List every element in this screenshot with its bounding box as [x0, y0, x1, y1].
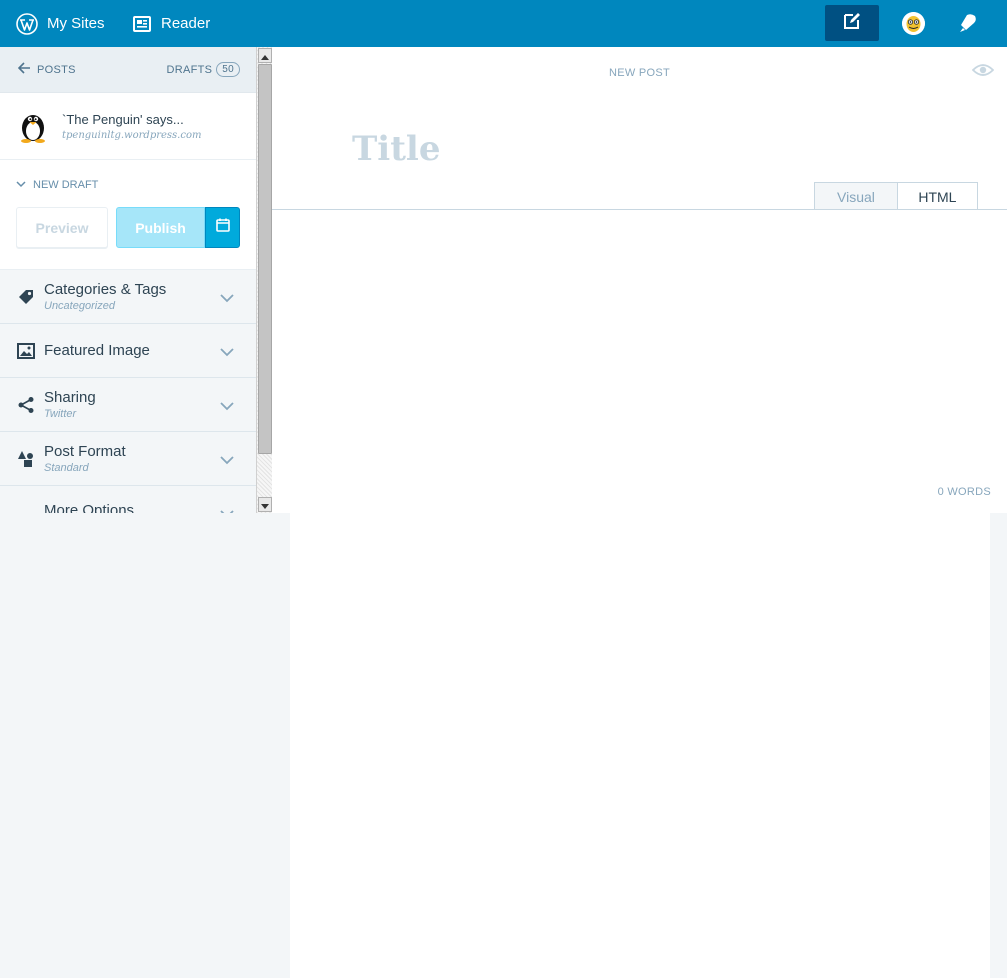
drafts-count-badge: 50 — [216, 62, 240, 77]
share-icon — [17, 396, 35, 414]
post-status-area: NEW DRAFT Preview Publish — [0, 160, 256, 270]
reader-label: Reader — [161, 15, 211, 32]
masterbar: My Sites Reader — [0, 0, 1007, 47]
penguin-avatar-icon[interactable] — [902, 12, 925, 35]
chevron-down-icon — [220, 290, 234, 308]
editor-divider — [272, 209, 1007, 210]
accordion-text: Sharing Twitter — [44, 389, 96, 420]
tab-visual[interactable]: Visual — [814, 182, 898, 210]
my-sites-label: My Sites — [47, 15, 105, 32]
scroll-up-button[interactable] — [258, 48, 272, 63]
accordion-post-format[interactable]: Post Format Standard — [0, 432, 256, 486]
site-card[interactable]: `The Penguin' says... tpenguinltg.wordpr… — [0, 93, 256, 160]
scrollbar-thumb[interactable] — [258, 64, 272, 454]
arrow-down-icon — [261, 496, 269, 514]
write-post-button[interactable] — [825, 5, 879, 41]
editor-label: NEW POST — [608, 67, 671, 79]
calendar-icon — [215, 218, 230, 237]
chevron-down-icon — [220, 452, 234, 470]
site-url: tpenguinltg.wordpress.com — [62, 129, 202, 141]
accordion-title: More Options — [44, 502, 135, 513]
pencil-square-icon — [842, 11, 862, 36]
more-options-icon-slot — [17, 502, 35, 513]
post-actions: Preview Publish — [16, 207, 240, 248]
tab-html[interactable]: HTML — [897, 182, 978, 210]
arrow-left-icon — [17, 62, 31, 77]
shapes-icon — [17, 450, 35, 468]
accordion-subtitle: Standard — [44, 462, 89, 474]
drafts-button[interactable]: DRAFTS 50 — [166, 62, 240, 77]
draft-status-label: NEW DRAFT — [33, 179, 99, 191]
penguin-site-icon — [18, 110, 48, 143]
accordion-title: Categories & Tags — [44, 281, 167, 298]
chevron-down-icon — [220, 344, 234, 362]
eye-icon[interactable] — [971, 63, 995, 82]
draft-status-toggle[interactable]: NEW DRAFT — [16, 179, 240, 191]
sidebar-scrollbar[interactable] — [256, 47, 272, 513]
scroll-down-button[interactable] — [258, 497, 272, 512]
arrow-up-icon — [261, 47, 269, 65]
notification-bell-icon[interactable] — [957, 12, 979, 34]
editor-lower-panel — [290, 513, 990, 978]
accordion-text: Post Format Standard — [44, 443, 126, 474]
preview-button[interactable]: Preview — [16, 207, 108, 248]
accordion-subtitle: Uncategorized — [44, 300, 115, 312]
editor-mode-tabs: Visual HTML — [814, 182, 978, 210]
site-text: `The Penguin' says... tpenguinltg.wordpr… — [62, 112, 201, 141]
sidebar-header: POSTS DRAFTS 50 — [0, 47, 256, 93]
tag-icon — [17, 288, 35, 306]
chevron-down-icon — [220, 398, 234, 416]
accordion-text: Categories & Tags Uncategorized — [44, 281, 166, 312]
chevron-down-icon — [220, 506, 234, 513]
word-count: 0 WORDS — [937, 486, 991, 498]
accordion-featured-image[interactable]: Featured Image — [0, 324, 256, 378]
site-title: `The Penguin' says... — [62, 111, 184, 127]
schedule-button[interactable] — [205, 207, 240, 248]
drafts-label: DRAFTS — [166, 63, 213, 76]
accordion-categories-tags[interactable]: Categories & Tags Uncategorized — [0, 270, 256, 324]
accordion-title: Sharing — [44, 389, 96, 406]
image-icon — [17, 342, 35, 360]
back-label: POSTS — [37, 63, 76, 76]
accordion-text: More Options — [44, 502, 134, 513]
wordpress-logo-icon — [16, 12, 38, 35]
reader-button[interactable]: Reader — [133, 0, 210, 47]
publish-button[interactable]: Publish — [116, 207, 205, 248]
title-input[interactable]: Title — [352, 129, 440, 169]
chevron-down-icon — [16, 179, 26, 191]
accordion-text: Featured Image — [44, 342, 150, 359]
back-to-posts-button[interactable]: POSTS — [17, 62, 76, 77]
accordion-sharing[interactable]: Sharing Twitter — [0, 378, 256, 432]
accordion-title: Post Format — [44, 443, 126, 460]
editor-sidebar: POSTS DRAFTS 50 `The Penguin' says... tp… — [0, 47, 256, 513]
my-sites-button[interactable]: My Sites — [16, 0, 105, 47]
reader-icon — [133, 15, 151, 32]
accordion-subtitle: Twitter — [44, 408, 77, 420]
accordion-more-options[interactable]: More Options — [0, 486, 256, 513]
accordion-title: Featured Image — [44, 342, 150, 359]
post-editor: NEW POST Title Visual HTML 0 WORDS — [272, 47, 1007, 513]
